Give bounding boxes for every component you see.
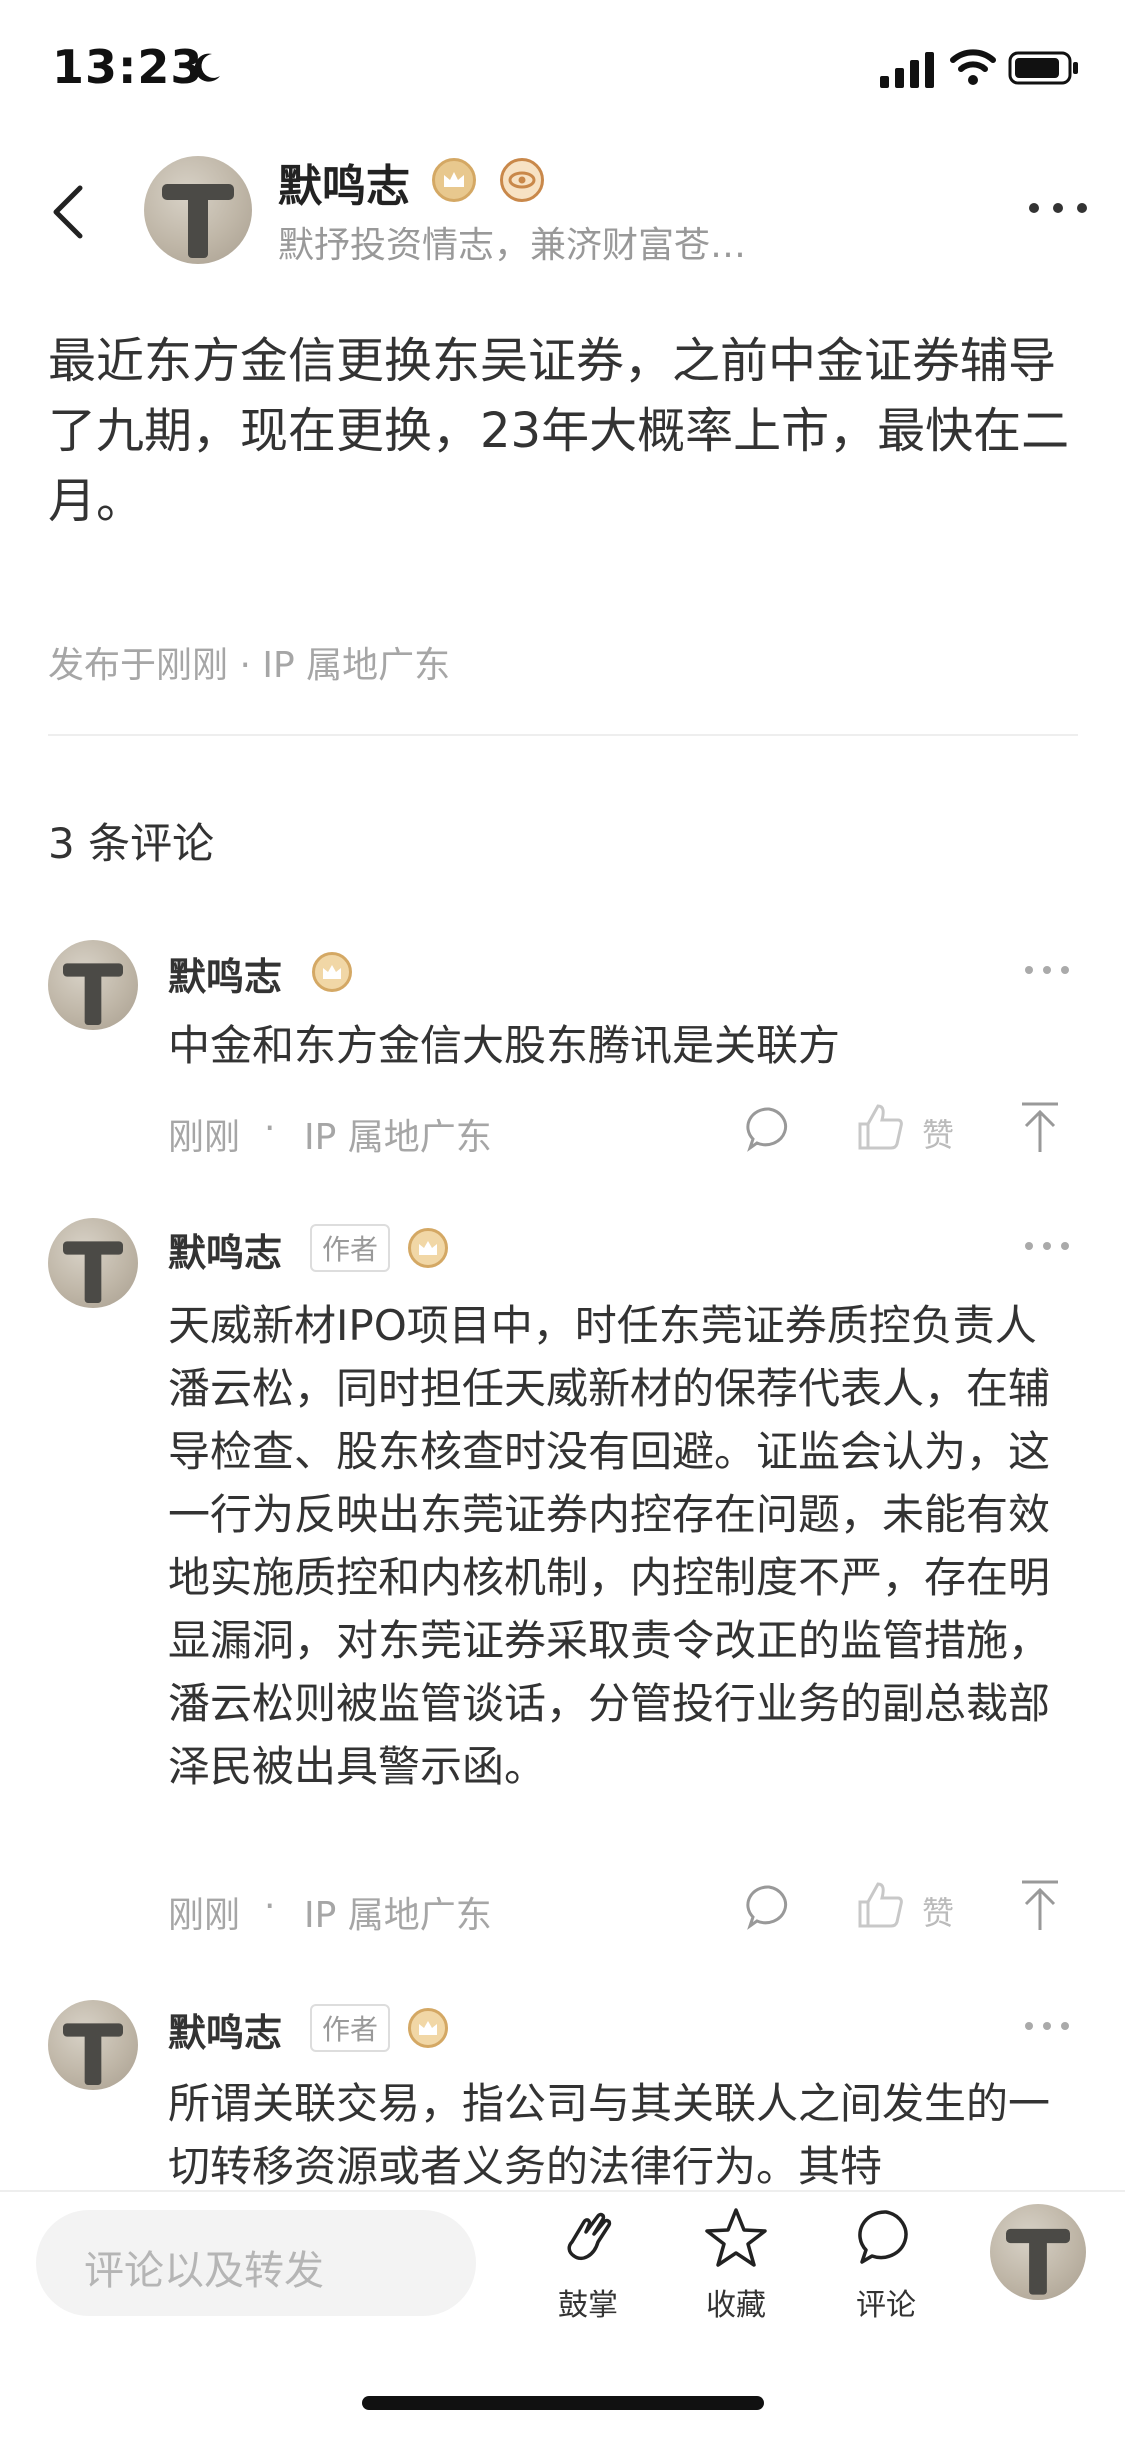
- pin-to-top-icon[interactable]: [1018, 1100, 1062, 1154]
- reply-icon[interactable]: [744, 1882, 794, 1932]
- moon-icon: [194, 53, 220, 82]
- comment-meta-dot: ·: [264, 1108, 276, 1149]
- comment-time: 刚刚: [168, 1117, 241, 1158]
- comment-avatar[interactable]: [48, 940, 138, 1030]
- comment-avatar[interactable]: [48, 2000, 138, 2090]
- battery-icon: [1008, 51, 1078, 85]
- back-button[interactable]: [48, 182, 88, 242]
- divider: [48, 734, 1078, 736]
- comment-input[interactable]: 评论以及转发: [36, 2210, 476, 2316]
- author-tag: 作者: [310, 1224, 391, 1272]
- comment-button[interactable]: 评论: [826, 2200, 946, 2330]
- comment-icon: [858, 2210, 908, 2264]
- author-subtitle: 默抒投资情志，兼济财富苍…: [278, 225, 747, 266]
- favorite-label: 收藏: [706, 2288, 766, 2323]
- comment-more-button[interactable]: [1024, 2018, 1070, 2034]
- comment-text: 所谓关联交易，指公司与其关联人之间发生的一切转移资源或者义务的法律行为。其特: [168, 2079, 1051, 2190]
- comment-ip: IP 属地广东: [304, 1117, 492, 1158]
- comment-label: 评论: [856, 2288, 916, 2323]
- author-avatar[interactable]: [144, 156, 252, 264]
- clap-label: 鼓掌: [558, 2288, 618, 2323]
- cellular-signal-icon: [880, 52, 934, 88]
- comment-author-name[interactable]: 默鸣志: [168, 1222, 282, 1277]
- author-tag: 作者: [310, 2004, 391, 2052]
- comment-time: 刚刚: [168, 1895, 241, 1936]
- comment-more-button[interactable]: [1024, 1238, 1070, 1254]
- comment-input-placeholder: 评论以及转发: [84, 2248, 324, 2294]
- post-meta: 发布于刚刚 · IP 属地广东: [48, 645, 451, 686]
- like-label: 赞: [922, 1894, 955, 1932]
- clap-icon: [567, 2212, 612, 2261]
- crown-badge-icon: [432, 158, 476, 202]
- status-time: 13:23: [52, 40, 204, 94]
- user-avatar[interactable]: [990, 2204, 1086, 2300]
- comment-more-button[interactable]: [1024, 962, 1070, 978]
- eye-badge-icon: [500, 158, 544, 202]
- author-name[interactable]: 默鸣志: [278, 150, 410, 214]
- pin-to-top-icon[interactable]: [1018, 1878, 1062, 1932]
- like-label: 赞: [922, 1116, 955, 1154]
- avatar-image: [162, 184, 234, 258]
- comment-text: 中金和东方金信大股东腾讯是关联方: [168, 1021, 841, 1070]
- post-body: 最近东方金信更换东吴证券，之前中金证券辅导了九期，现在更换，23年大概率上市，最…: [48, 333, 1070, 529]
- reply-icon[interactable]: [744, 1104, 794, 1154]
- more-options-button[interactable]: [1026, 196, 1090, 220]
- crown-badge-icon: [408, 1228, 448, 1268]
- comment-author-name[interactable]: 默鸣志: [168, 946, 282, 1001]
- comment-avatar[interactable]: [48, 1218, 138, 1308]
- home-indicator[interactable]: [362, 2396, 764, 2410]
- crown-badge-icon: [312, 952, 352, 992]
- crown-badge-icon: [408, 2008, 448, 2048]
- comment-meta-dot: ·: [264, 1886, 276, 1927]
- comment-text: 天威新材IPO项目中，时任东莞证券质控负责人潘云松，同时担任天威新材的保荐代表人…: [168, 1301, 1051, 1791]
- favorite-button[interactable]: 收藏: [676, 2200, 796, 2330]
- comment-ip: IP 属地广东: [304, 1895, 492, 1936]
- like-icon[interactable]: [856, 1102, 904, 1152]
- comments-count-title: 3 条评论: [48, 819, 215, 868]
- like-icon[interactable]: [856, 1880, 904, 1930]
- wifi-icon: [950, 49, 996, 85]
- comment-author-name[interactable]: 默鸣志: [168, 2002, 282, 2057]
- star-icon: [705, 2208, 767, 2267]
- clap-button[interactable]: 鼓掌: [528, 2200, 648, 2330]
